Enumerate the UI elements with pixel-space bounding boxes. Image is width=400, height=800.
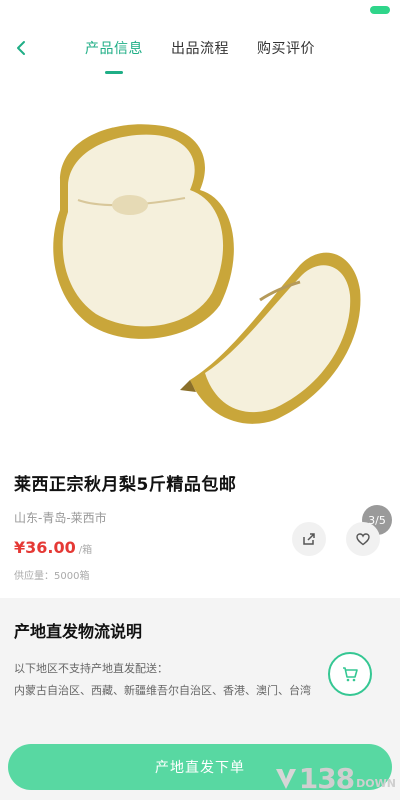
chevron-left-icon bbox=[17, 41, 25, 55]
watermark-number: 138 bbox=[298, 762, 355, 795]
logistics-regions: 内蒙古自治区、西藏、新疆维吾尔自治区、香港、澳门、台湾 bbox=[14, 684, 311, 697]
tab-reviews[interactable]: 购买评价 bbox=[257, 38, 315, 74]
favorite-button[interactable] bbox=[346, 522, 380, 556]
product-origin: 山东-青岛-莱西市 bbox=[14, 511, 107, 525]
watermark-icon bbox=[275, 768, 296, 789]
logistics-title: 产地直发物流说明 bbox=[14, 622, 143, 641]
tab-production-process[interactable]: 出品流程 bbox=[171, 38, 229, 74]
supply-quantity: 供应量：5000箱 bbox=[14, 571, 90, 582]
tab-bar: 产品信息 出品流程 购买评价 bbox=[85, 38, 315, 74]
watermark-logo: 138 DOWN bbox=[273, 762, 396, 795]
product-price: ¥36.00 bbox=[14, 538, 76, 557]
heart-icon bbox=[356, 533, 370, 546]
share-icon bbox=[303, 533, 315, 545]
product-info: 莱西正宗秋月梨5斤精品包邮 山东-青岛-莱西市 ¥36.00 /箱 供应量：50… bbox=[14, 470, 386, 582]
price-unit: /箱 bbox=[78, 545, 93, 556]
share-button[interactable] bbox=[292, 522, 326, 556]
cart-button[interactable] bbox=[328, 652, 372, 696]
price-row: ¥36.00 /箱 bbox=[14, 538, 386, 557]
tab-product-info[interactable]: 产品信息 bbox=[85, 38, 143, 74]
top-nav: 产品信息 出品流程 购买评价 bbox=[0, 30, 400, 80]
product-title: 莱西正宗秋月梨5斤精品包邮 bbox=[14, 475, 237, 495]
product-image[interactable]: 3/5 bbox=[0, 90, 400, 535]
pear-image bbox=[53, 124, 361, 424]
battery-icon bbox=[370, 6, 390, 14]
watermark-suffix: DOWN bbox=[356, 777, 396, 790]
cart-icon bbox=[343, 667, 358, 682]
status-bar bbox=[0, 0, 400, 22]
back-button[interactable] bbox=[10, 36, 34, 60]
